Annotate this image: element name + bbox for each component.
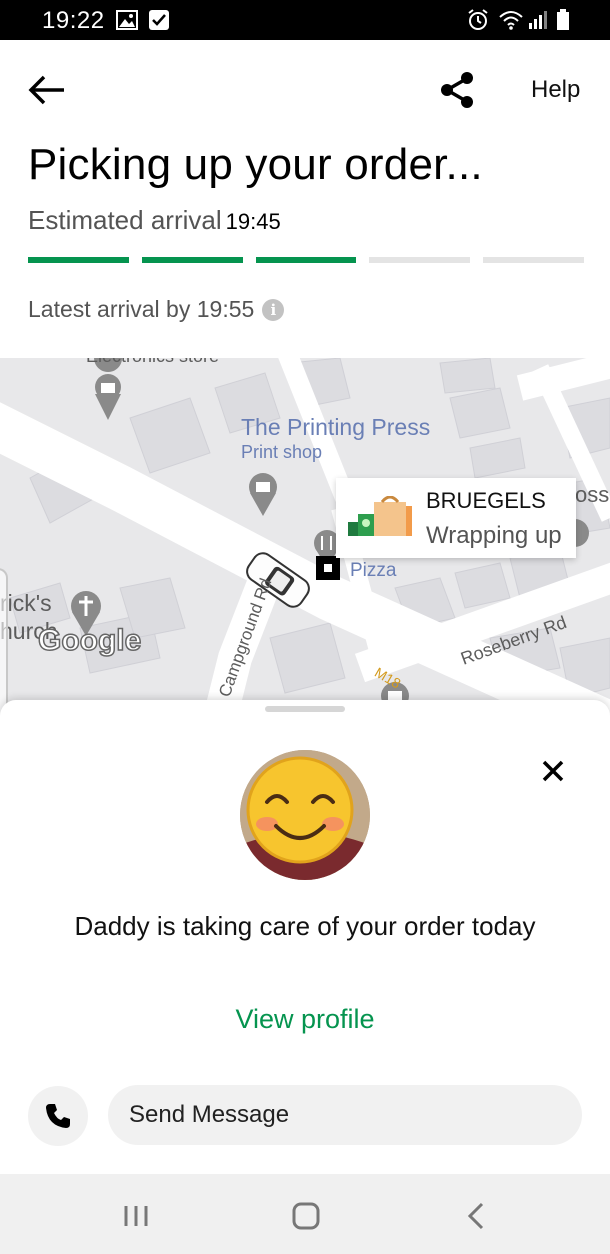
send-message-placeholder: Send Message (129, 1101, 290, 1128)
eta-label: Estimated arrival (28, 205, 222, 235)
check-icon (148, 9, 170, 36)
send-message-field[interactable]: Send Message (108, 1085, 582, 1145)
progress-step (369, 257, 471, 263)
info-icon[interactable]: i (262, 298, 285, 321)
latest-arrival: Latest arrival by 19:55 i (28, 296, 285, 323)
gallery-icon (116, 9, 138, 36)
map-label-edge: osse (575, 482, 610, 507)
share-button[interactable] (436, 68, 480, 112)
sheet-drag-handle[interactable] (265, 706, 345, 712)
recents-button[interactable] (116, 1196, 156, 1236)
map-label-pizza: Pizza (350, 560, 397, 581)
phone-icon (46, 1104, 70, 1128)
print-shop-pin-icon (249, 473, 277, 516)
back-button[interactable] (26, 68, 70, 112)
latest-arrival-text: Latest arrival by 19:55 (28, 296, 255, 322)
battery-icon (556, 9, 570, 36)
delivery-map[interactable]: Electronics store The Printing Press Pri… (0, 358, 610, 718)
map-label-store: Electronics store (86, 358, 219, 367)
estimated-arrival: Estimated arrival 19:45 (28, 205, 281, 236)
courier-avatar[interactable] (240, 750, 370, 880)
courier-message: Daddy is taking care of your order today (74, 911, 536, 941)
progress-step (28, 257, 129, 263)
courier-sheet: Daddy is taking care of your order today… (0, 700, 610, 1174)
nav-back-button[interactable] (456, 1196, 496, 1236)
view-profile-link[interactable]: View profile (0, 1004, 610, 1035)
signal-icon (527, 9, 549, 36)
store-card[interactable]: BRUEGELS Wrapping up (336, 478, 576, 558)
shopping-bag-icon (348, 496, 412, 536)
home-icon (292, 1202, 320, 1230)
progress-step (483, 257, 584, 263)
back-icon (467, 1202, 484, 1230)
system-nav-bar (0, 1174, 610, 1254)
help-button[interactable]: Help (531, 76, 580, 104)
eta-time: 19:45 (225, 209, 281, 234)
wifi-icon (498, 9, 524, 36)
recents-icon (124, 1206, 148, 1226)
destination-marker-icon (316, 556, 340, 580)
close-button[interactable] (536, 754, 570, 788)
call-button[interactable] (28, 1086, 88, 1146)
home-button[interactable] (286, 1196, 326, 1236)
store-name: BRUEGELS (426, 488, 546, 513)
map-label-print-shop: Print shop (241, 442, 323, 462)
smiling-face-icon (240, 750, 370, 880)
progress-step (141, 257, 243, 263)
store-status: Wrapping up (426, 522, 562, 549)
google-logo: Google (37, 623, 142, 658)
map-label-printing-press: The Printing Press (241, 414, 431, 440)
alarm-icon (466, 9, 490, 36)
status-time: 19:22 (42, 7, 105, 34)
top-bar: Help (0, 40, 610, 140)
status-bar: 19:22 (0, 0, 610, 40)
close-icon (542, 760, 564, 782)
share-icon (441, 72, 473, 108)
page-title: Picking up your order... (28, 140, 483, 189)
progress-step (255, 257, 357, 263)
order-progress-bar (28, 257, 584, 263)
arrow-left-icon (28, 75, 64, 105)
shop-pin-icon (94, 358, 123, 420)
